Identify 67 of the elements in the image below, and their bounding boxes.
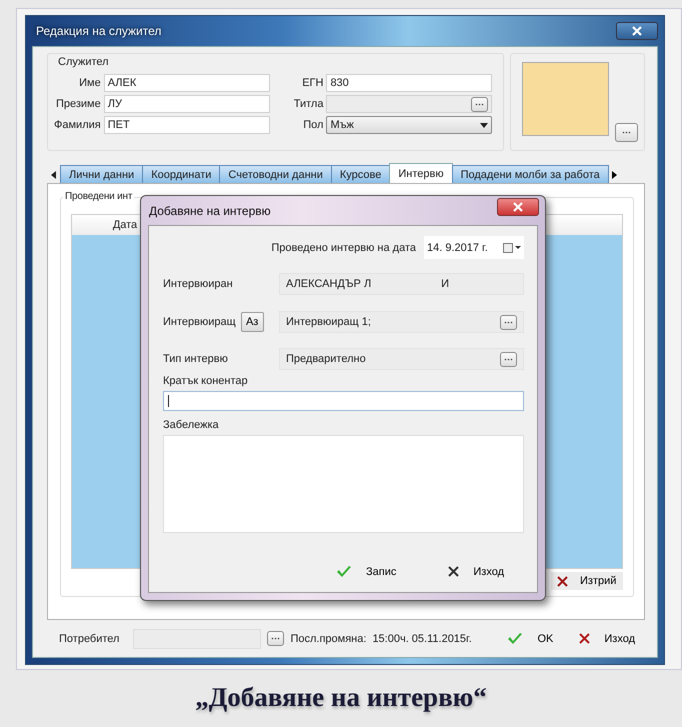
- me-button[interactable]: Аз: [240, 312, 264, 332]
- input-field[interactable]: [326, 95, 492, 113]
- note-field[interactable]: [163, 435, 524, 533]
- calendar-dropdown-icon[interactable]: [503, 242, 521, 252]
- close-button[interactable]: [616, 22, 658, 40]
- scroll-right-icon[interactable]: [612, 170, 617, 178]
- ellipsis-icon: [504, 358, 513, 360]
- field-label: ЕГН: [301, 77, 324, 89]
- close-icon: [513, 202, 523, 212]
- group-title: Служител: [56, 56, 111, 68]
- browse-button[interactable]: [471, 96, 488, 112]
- field-label: Име: [78, 77, 101, 89]
- field-label: Фамилия: [54, 119, 101, 131]
- input-field[interactable]: ЛУ: [104, 95, 270, 113]
- save-button[interactable]: Запис: [326, 565, 406, 578]
- tab[interactable]: Подадени молби за работа: [452, 165, 609, 183]
- gender-dropdown[interactable]: Мъж: [326, 116, 492, 134]
- exit-button[interactable]: Изход: [569, 632, 645, 644]
- caption: „Добавяне на интервю“: [194, 682, 488, 713]
- browse-button[interactable]: [500, 352, 517, 366]
- field-label: Кратък конентар: [163, 375, 249, 387]
- field-label: Презиме: [54, 98, 101, 110]
- user-label: Потребител: [59, 632, 120, 644]
- field-label: Титла: [294, 98, 324, 110]
- checkmark-icon: [507, 632, 524, 645]
- ellipsis-icon: [271, 637, 280, 640]
- tab[interactable]: Курсове: [330, 165, 390, 183]
- delete-button[interactable]: Изтрий: [551, 572, 623, 590]
- last-change-value: 15:00ч. 05.11.2015г.: [372, 632, 472, 644]
- input-field[interactable]: ПЕТ: [104, 116, 270, 134]
- field-label: Интервюиран: [163, 278, 234, 290]
- checkmark-icon: [336, 565, 352, 578]
- input-field[interactable]: АЛЕК: [104, 74, 270, 92]
- scroll-left-icon[interactable]: [51, 170, 56, 178]
- ok-button[interactable]: OK: [497, 632, 564, 645]
- browse-button[interactable]: [267, 631, 284, 646]
- cross-icon: [579, 633, 590, 644]
- tab[interactable]: Счетоводни данни: [219, 165, 332, 183]
- exit-button[interactable]: Изход: [438, 565, 514, 578]
- interviewer-field: Интервюиращ 1;: [279, 311, 524, 333]
- window-title: Редакция на служител: [36, 24, 162, 38]
- last-change-label: Посл.промяна:: [290, 632, 366, 644]
- tab[interactable]: Интервю: [389, 163, 453, 183]
- field-label: Интервюиращ: [163, 316, 236, 328]
- ellipsis-icon: [504, 320, 513, 324]
- dialog-title: Добавяне на интервю: [149, 204, 271, 218]
- group-title: Проведени инт: [63, 191, 134, 202]
- date-picker[interactable]: 14. 9.2017 г.: [424, 236, 524, 259]
- field-label: Забележка: [163, 419, 220, 431]
- interviewee-field: АЛЕКСАНДЪР Л И: [279, 273, 524, 295]
- close-icon: [632, 26, 642, 36]
- tab[interactable]: Лични данни: [60, 165, 144, 183]
- browse-button[interactable]: [615, 123, 638, 142]
- tab[interactable]: Координати: [142, 165, 220, 183]
- field-label: Тип интервю: [163, 353, 229, 365]
- comment-field[interactable]: [163, 391, 524, 411]
- date-label: Проведено интервю на дата: [271, 242, 416, 254]
- input-field[interactable]: 830: [326, 74, 492, 92]
- cross-icon: [557, 576, 568, 586]
- ellipsis-icon: [475, 102, 484, 106]
- dropdown-arrow-icon: [480, 122, 488, 128]
- ellipsis-icon: [622, 131, 632, 134]
- field-label: Пол: [302, 119, 324, 131]
- interview-type-field: Предварително: [279, 348, 524, 370]
- close-button[interactable]: [497, 198, 539, 216]
- cross-icon: [448, 566, 460, 577]
- browse-button[interactable]: [500, 314, 517, 330]
